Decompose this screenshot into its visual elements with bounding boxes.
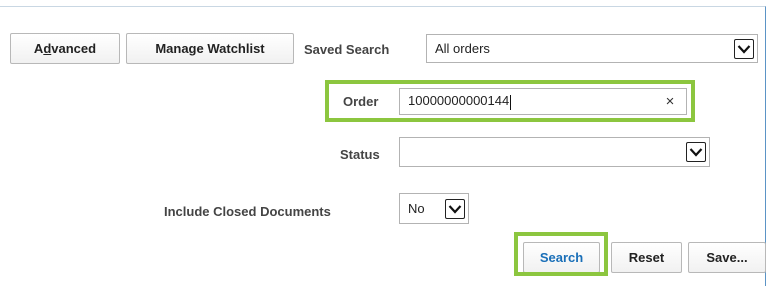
save-button-label: Save... xyxy=(706,250,748,265)
status-select[interactable] xyxy=(399,137,710,167)
saved-search-label: Saved Search xyxy=(304,42,390,57)
order-input[interactable]: 10000000000144 × xyxy=(399,88,687,115)
chevron-down-icon[interactable] xyxy=(445,198,465,219)
chevron-down-icon[interactable] xyxy=(734,38,754,59)
include-closed-value: No xyxy=(408,201,425,216)
manage-watchlist-label: Manage Watchlist xyxy=(155,41,265,56)
advanced-label: Advanced xyxy=(33,41,97,56)
saved-search-value: All orders xyxy=(435,41,490,56)
reset-button[interactable]: Reset xyxy=(611,242,682,273)
save-button[interactable]: Save... xyxy=(688,242,766,273)
text-cursor xyxy=(510,94,512,110)
search-button[interactable]: Search xyxy=(523,242,600,273)
search-button-label: Search xyxy=(539,250,584,265)
include-closed-label: Include Closed Documents xyxy=(164,204,331,219)
advanced-button[interactable]: Advanced xyxy=(10,33,120,64)
saved-search-select[interactable]: All orders xyxy=(426,34,758,63)
chevron-down-icon[interactable] xyxy=(686,142,706,162)
include-closed-select[interactable]: No xyxy=(399,193,469,224)
order-label: Order xyxy=(343,94,379,109)
reset-button-label: Reset xyxy=(628,250,665,265)
order-value: 10000000000144 xyxy=(408,93,512,110)
status-label: Status xyxy=(340,147,380,162)
clear-icon[interactable]: × xyxy=(660,93,680,110)
manage-watchlist-button[interactable]: Manage Watchlist xyxy=(126,33,294,64)
